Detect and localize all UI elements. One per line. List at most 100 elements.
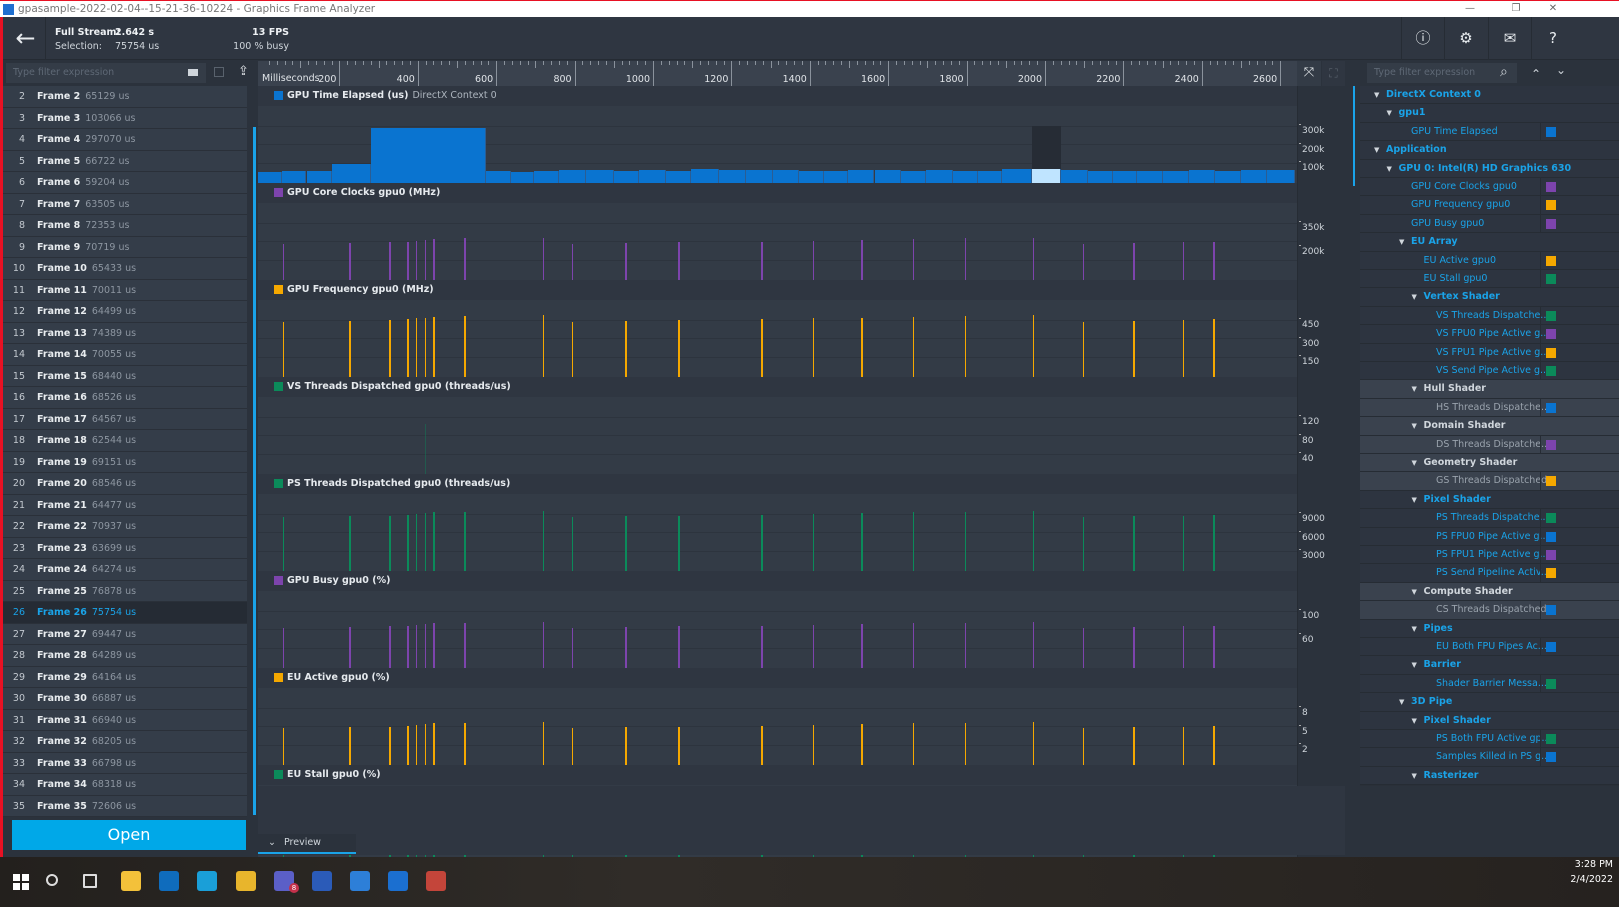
expand-arrow-icon[interactable]: ▼	[1399, 693, 1411, 711]
frame-row[interactable]: 34 Frame 34 68318 us	[3, 774, 247, 796]
preview-tab[interactable]: ⌄ Preview	[258, 834, 356, 854]
chart-track[interactable]: GPU Busy gpu0 (%) 100 60	[258, 571, 1345, 668]
timeline-ruler[interactable]: Milliseconds 200 400 600 800 1000 1200 1400 160…	[258, 61, 1297, 86]
tree-item[interactable]: PS Both FPU Active gp...	[1360, 730, 1619, 749]
tree-item[interactable]: PS FPU0 Pipe Active g...	[1360, 527, 1619, 546]
folder-icon[interactable]	[188, 69, 198, 76]
copy-icon[interactable]	[214, 67, 224, 77]
frame-row[interactable]: 11 Frame 11 70011 us	[3, 279, 247, 301]
tree-item[interactable]: EU Stall gpu0	[1360, 270, 1619, 289]
frame-filter-input[interactable]: Type filter expression	[6, 63, 206, 83]
metric-color-swatch[interactable]	[1546, 310, 1556, 321]
metric-color-swatch[interactable]	[1546, 605, 1556, 616]
close-button[interactable]: ✕	[1543, 1, 1563, 17]
frame-row[interactable]: 35 Frame 35 72606 us	[3, 795, 247, 817]
gpu-time-bar[interactable]	[534, 171, 559, 183]
metric-color-swatch[interactable]	[1546, 329, 1556, 340]
gpu-time-bar[interactable]	[485, 170, 512, 183]
track-plot[interactable]	[258, 203, 1297, 280]
gpu-time-bar[interactable]	[613, 170, 639, 183]
chart-track[interactable]: VS Threads Dispatched gpu0 (threads/us) 1…	[258, 377, 1345, 474]
expand-arrow-icon[interactable]: ▼	[1387, 104, 1399, 122]
frame-row[interactable]: 8 Frame 8 72353 us	[3, 215, 247, 237]
frame-row[interactable]: 27 Frame 27 69447 us	[3, 623, 247, 645]
notes-icon[interactable]	[350, 871, 370, 891]
frame-row[interactable]: 2 Frame 2 65129 us	[3, 86, 247, 108]
info-icon[interactable]: ⓘ	[1401, 17, 1444, 60]
tree-item[interactable]: ▼ Compute Shader	[1360, 582, 1619, 602]
metric-color-swatch[interactable]	[1546, 200, 1556, 211]
gpu-time-bar[interactable]	[1061, 170, 1088, 183]
chart-track[interactable]: EU Active gpu0 (%) 8 5 2	[258, 668, 1345, 765]
back-arrow-icon[interactable]: ←	[6, 17, 46, 60]
gpu-time-bar[interactable]	[371, 128, 486, 183]
windows-start-icon[interactable]	[10, 871, 30, 891]
track-color-swatch[interactable]	[274, 382, 283, 391]
expand-arrow-icon[interactable]: ▼	[1412, 417, 1424, 435]
track-plot[interactable]	[258, 397, 1297, 474]
expand-arrow-icon[interactable]: ▼	[1374, 86, 1386, 104]
frame-row[interactable]: 32 Frame 32 68205 us	[3, 731, 247, 753]
frame-row[interactable]: 12 Frame 12 64499 us	[3, 301, 247, 323]
gpu-time-bar[interactable]	[772, 170, 799, 183]
gpu-time-bar[interactable]	[258, 171, 282, 183]
gpu-time-bar[interactable]	[586, 169, 614, 183]
expand-arrow-icon[interactable]: ▼	[1412, 454, 1424, 472]
tree-item[interactable]: ▼ Geometry Shader	[1360, 454, 1619, 473]
frame-row[interactable]: 3 Frame 3 103066 us	[3, 107, 247, 129]
tree-item[interactable]: ▼ Application	[1360, 141, 1619, 160]
frame-row[interactable]: 14 Frame 14 70055 us	[3, 344, 247, 366]
tree-item[interactable]: ▼ 3D Pipe	[1360, 693, 1619, 712]
gpu-time-bar[interactable]	[1240, 170, 1268, 183]
search-icon[interactable]: ⌕	[1500, 64, 1508, 80]
frame-row[interactable]: 21 Frame 21 64477 us	[3, 494, 247, 516]
frame-row[interactable]: 13 Frame 13 74389 us	[3, 322, 247, 344]
tree-item[interactable]: ▼ EU Array	[1360, 233, 1619, 252]
gpu-time-bar[interactable]	[823, 171, 848, 183]
tree-item[interactable]: CS Threads Dispatched...	[1360, 601, 1619, 620]
edge-icon[interactable]	[197, 871, 217, 891]
gpu-time-bar[interactable]	[874, 170, 901, 183]
metric-color-swatch[interactable]	[1546, 678, 1556, 689]
gpu-time-bar[interactable]	[925, 169, 954, 183]
track-plot[interactable]	[258, 494, 1297, 571]
track-color-swatch[interactable]	[274, 576, 283, 585]
gpu-time-bar[interactable]	[281, 171, 307, 183]
tree-item[interactable]: VS Send Pipe Active g...	[1360, 362, 1619, 381]
frame-row[interactable]: 18 Frame 18 62544 us	[3, 430, 247, 452]
tree-item[interactable]: VS Threads Dispatche...	[1360, 306, 1619, 326]
frame-row[interactable]: 5 Frame 5 66722 us	[3, 150, 247, 172]
expand-arrow-icon[interactable]: ▼	[1374, 141, 1386, 159]
gpu-time-bar[interactable]	[638, 170, 666, 183]
gpu-time-bar[interactable]	[900, 171, 926, 183]
tree-item[interactable]: Shader Barrier Messa...	[1360, 674, 1619, 694]
gpu-time-bar[interactable]	[1163, 170, 1189, 183]
export-icon[interactable]: ⇪	[238, 64, 249, 79]
track-plot[interactable]	[258, 688, 1297, 765]
metric-filter-input[interactable]: Type filter expression	[1367, 63, 1517, 83]
gpu-time-bar[interactable]	[1087, 171, 1113, 183]
frame-row[interactable]: 6 Frame 6 59204 us	[3, 172, 247, 194]
tree-item[interactable]: ▼ Pipes	[1360, 619, 1619, 638]
tree-item[interactable]: ▼ Hull Shader	[1360, 380, 1619, 399]
file-explorer-icon[interactable]	[121, 871, 141, 891]
gpu-time-bar[interactable]	[1112, 171, 1138, 183]
metric-color-swatch[interactable]	[1546, 182, 1556, 192]
outlook-icon[interactable]	[159, 871, 179, 891]
track-color-swatch[interactable]	[274, 673, 283, 682]
frame-row[interactable]: 7 Frame 7 63505 us	[3, 193, 247, 215]
expand-arrow-icon[interactable]: ▼	[1412, 491, 1424, 509]
chart-track[interactable]: GPU Frequency gpu0 (MHz) 450 300 150	[258, 280, 1345, 377]
minimize-button[interactable]: —	[1460, 1, 1480, 17]
tree-item[interactable]: ▼ DirectX Context 0	[1360, 86, 1619, 105]
expand-arrow-icon[interactable]: ▼	[1412, 712, 1424, 730]
metric-color-swatch[interactable]	[1546, 568, 1556, 579]
metric-color-swatch[interactable]	[1546, 274, 1556, 284]
frame-row[interactable]: 17 Frame 17 64567 us	[3, 408, 247, 430]
frame-row[interactable]: 19 Frame 19 69151 us	[3, 451, 247, 473]
gpu-time-bar[interactable]	[1215, 170, 1241, 183]
tree-item[interactable]: ▼ Vertex Shader	[1360, 288, 1619, 307]
tree-item[interactable]: PS Send Pipeline Activ...	[1360, 564, 1619, 583]
track-color-swatch[interactable]	[274, 188, 283, 197]
frame-row[interactable]: 15 Frame 15 68440 us	[3, 365, 247, 387]
